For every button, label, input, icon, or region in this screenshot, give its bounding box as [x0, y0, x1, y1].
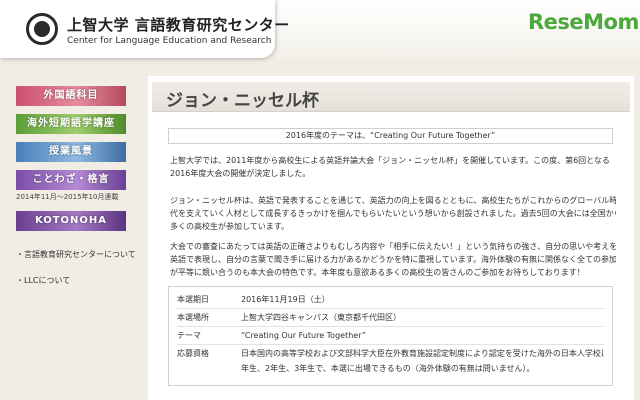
paragraph-line: 上智大学では、2011年度から高校生による英語弁論大会「ジョン・ニッセル杯」を開… — [170, 156, 610, 165]
site-header: 上智大学 言語教育研究センター Center for Language Educ… — [0, 0, 640, 58]
info-value: “Creating Our Future Together” — [241, 331, 366, 340]
banner-short-term-abroad[interactable]: 海外短期語学講座 — [16, 114, 126, 134]
banner-foreign-language-courses[interactable]: 外国語科目 — [16, 86, 126, 106]
banner-proverbs[interactable]: ことわざ・格言 — [16, 170, 126, 190]
paragraph-line: が平等に競い合うのも本大会の特色です。本年度も意欲ある多くの高校生の皆さんのご参… — [170, 268, 585, 277]
site-subtitle: Center for Language Education and Resear… — [67, 36, 272, 46]
info-value: 日本国内の高等学校および文部科学大臣在外教育施設認定制度により認定を受けた海外の… — [241, 345, 604, 375]
paragraph-line: 英語で表現し、自分の言葉で聞き手に届ける力があるかどうかを特に重視しています。海… — [170, 255, 616, 264]
info-label: 本選場所 — [177, 313, 209, 322]
paragraph-intro: 上智大学では、2011年度から高校生による英語弁論大会「ジョン・ニッセル杯」を開… — [170, 154, 616, 180]
info-row-date: 本選期日 2016年11月19日（土） — [177, 291, 604, 309]
logo-area[interactable]: 上智大学 言語教育研究センター Center for Language Educ… — [0, 0, 289, 58]
info-label: 応募資格 — [177, 349, 209, 358]
banner-note: 2014年11月～2015年10月連載 — [16, 193, 119, 201]
info-row-eligibility: 応募資格 日本国内の高等学校および文部科学大臣在外教育施設認定制度により認定を受… — [177, 345, 604, 375]
info-label: 本選期日 — [177, 295, 209, 304]
info-value-line: 年生、2年生、3年生で、本選に出場できるもの（海外体験の有無は問いません）。 — [241, 364, 535, 373]
paragraph-line: 代を支えていく人材として成長するきっかけを掴んでもらいたいという想いから創設され… — [170, 209, 616, 218]
main-content: ジョン・ニッセル杯 2016年度のテーマは、“Creating Our Futu… — [148, 76, 634, 400]
paragraph-line: 大会での審査にあたっては英語の正確さよりもむしろ内容や「相手に伝えたい！」という… — [170, 242, 616, 251]
paragraph-line: ジョン・ニッセル杯は、英語で発表することを通じて、英語力の向上を図るとともに、高… — [170, 196, 616, 205]
resemom-logo: ReseMom — [528, 10, 639, 34]
sidebar-links: ・言語教育研究センターについて ・LLCについて — [16, 249, 136, 286]
banner-class-scenes[interactable]: 授業風景 — [16, 142, 126, 162]
info-label: テーマ — [177, 331, 201, 340]
university-seal-icon — [26, 13, 58, 45]
info-value: 2016年11月19日（土） — [241, 295, 330, 304]
link-about-center[interactable]: ・言語教育研究センターについて — [16, 249, 136, 260]
site-title: 上智大学 言語教育研究センター — [67, 16, 290, 34]
sidebar: 外国語科目 海外短期語学講座 授業風景 ことわざ・格言 2014年11月～201… — [16, 86, 136, 301]
paragraph-line: 多くの高校生が参加しています。 — [170, 222, 289, 231]
page-title: ジョン・ニッセル杯 — [166, 91, 319, 111]
info-row-theme: テーマ “Creating Our Future Together” — [177, 327, 604, 345]
banner-kotonoha[interactable]: KOTONOHA — [16, 211, 126, 231]
theme-box: 2016年度のテーマは、“Creating Our Future Togethe… — [168, 128, 613, 144]
title-bar: ジョン・ニッセル杯 — [152, 82, 630, 112]
paragraph-judging: 大会での審査にあたっては英語の正確さよりもむしろ内容や「相手に伝えたい！」という… — [170, 240, 616, 279]
event-info-table: 本選期日 2016年11月19日（土） 本選場所 上智大学四谷キャンパス（東京都… — [168, 286, 613, 386]
info-row-venue: 本選場所 上智大学四谷キャンパス（東京都千代田区） — [177, 309, 604, 327]
paragraph-line: 2016年度大会の開催が決定しました。 — [170, 169, 311, 178]
info-value-line: 日本国内の高等学校および文部科学大臣在外教育施設認定制度により認定を受けた海外の… — [241, 349, 604, 358]
info-value: 上智大学四谷キャンパス（東京都千代田区） — [241, 313, 401, 322]
link-about-llc[interactable]: ・LLCについて — [16, 275, 134, 286]
paragraph-about: ジョン・ニッセル杯は、英語で発表することを通じて、英語力の向上を図るとともに、高… — [170, 194, 616, 233]
